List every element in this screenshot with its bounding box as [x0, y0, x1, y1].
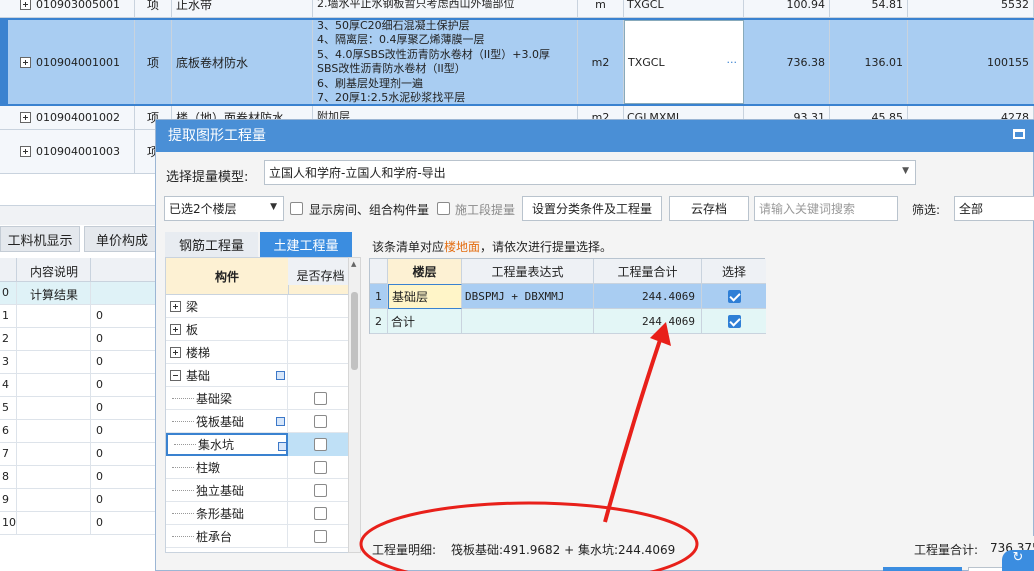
- annotation-ellipse: [359, 501, 699, 571]
- annotation-arrow: [603, 339, 662, 523]
- annotation-layer: [359, 322, 699, 571]
